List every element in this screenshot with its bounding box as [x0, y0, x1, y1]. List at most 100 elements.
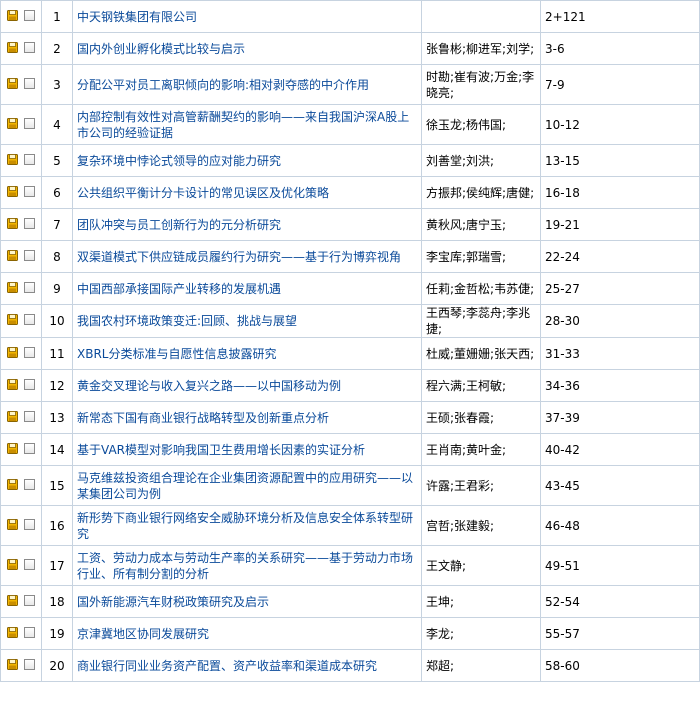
row-checkbox[interactable]: [24, 378, 35, 390]
save-disk-icon[interactable]: [7, 378, 18, 390]
save-disk-icon[interactable]: [7, 117, 18, 129]
article-title-cell: 黄金交叉理论与收入复兴之路——以中国移动为例: [72, 369, 422, 402]
save-disk-icon[interactable]: [7, 41, 18, 53]
row-checkbox[interactable]: [24, 281, 35, 293]
article-title-cell: 新常态下国有商业银行战略转型及创新重点分析: [72, 401, 422, 434]
article-title-link[interactable]: 商业银行同业业务资产配置、资产收益率和渠道成本研究: [77, 659, 377, 673]
save-disk-icon[interactable]: [7, 185, 18, 197]
row-select-cell: [0, 505, 42, 546]
article-authors: 王硕;张春霞;: [421, 401, 541, 434]
article-title-link[interactable]: 团队冲突与员工创新行为的元分析研究: [77, 218, 281, 232]
article-title-cell: 国外新能源汽车财税政策研究及启示: [72, 585, 422, 618]
row-checkbox[interactable]: [24, 478, 35, 490]
row-number: 4: [41, 104, 73, 145]
article-authors: 宫哲;张建毅;: [421, 505, 541, 546]
row-checkbox[interactable]: [24, 249, 35, 261]
row-number: 1: [41, 0, 73, 33]
row-checkbox[interactable]: [24, 9, 35, 21]
article-title-link[interactable]: 京津冀地区协同发展研究: [77, 627, 209, 641]
article-title-link[interactable]: 工资、劳动力成本与劳动生产率的关系研究——基于劳动力市场行业、所有制分割的分析: [77, 551, 413, 581]
save-disk-icon[interactable]: [7, 626, 18, 638]
article-title-link[interactable]: 中国西部承接国际产业转移的发展机遇: [77, 282, 281, 296]
article-pages: 49-51: [540, 545, 700, 586]
article-title-cell: XBRL分类标准与自愿性信息披露研究: [72, 337, 422, 370]
save-disk-icon[interactable]: [7, 9, 18, 21]
save-disk-icon[interactable]: [7, 314, 18, 325]
row-checkbox[interactable]: [24, 117, 35, 129]
article-title-link[interactable]: 公共组织平衡计分卡设计的常见误区及优化策略: [77, 186, 329, 200]
row-select-cell: [0, 240, 42, 273]
row-checkbox[interactable]: [24, 217, 35, 229]
save-disk-icon[interactable]: [7, 249, 18, 261]
article-pages: 2+121: [540, 0, 700, 33]
table-row-15: 15 马克维兹投资组合理论在企业集团资源配置中的应用研究——以某集团公司为例 许…: [0, 465, 700, 506]
row-checkbox[interactable]: [24, 153, 35, 165]
table-row-10: 10 我国农村环境政策变迁:回顾、挑战与展望 王西琴;李蕊舟;李兆捷; 28-3…: [0, 304, 700, 338]
article-title-cell: 国内外创业孵化模式比较与启示: [72, 32, 422, 65]
table-row-18: 18 国外新能源汽车财税政策研究及启示 王坤; 52-54: [0, 585, 700, 618]
row-checkbox[interactable]: [24, 594, 35, 606]
article-pages: 58-60: [540, 649, 700, 682]
article-title-link[interactable]: 复杂环境中悖论式领导的应对能力研究: [77, 154, 281, 168]
article-title-link[interactable]: 黄金交叉理论与收入复兴之路——以中国移动为例: [77, 379, 341, 393]
article-authors: 王西琴;李蕊舟;李兆捷;: [421, 304, 541, 338]
article-title-link[interactable]: XBRL分类标准与自愿性信息披露研究: [77, 347, 276, 361]
article-pages: 43-45: [540, 465, 700, 506]
row-checkbox[interactable]: [24, 185, 35, 197]
row-select-cell: [0, 545, 42, 586]
article-title-link[interactable]: 国内外创业孵化模式比较与启示: [77, 42, 245, 56]
save-disk-icon[interactable]: [7, 153, 18, 165]
row-checkbox[interactable]: [24, 77, 35, 89]
save-disk-icon[interactable]: [7, 217, 18, 229]
save-disk-icon[interactable]: [7, 410, 18, 422]
article-title-link[interactable]: 内部控制有效性对高管薪酬契约的影响——来自我国沪深A股上市公司的经验证据: [77, 110, 409, 140]
article-title-cell: 中国西部承接国际产业转移的发展机遇: [72, 272, 422, 305]
row-checkbox[interactable]: [24, 346, 35, 358]
row-select-cell: [0, 32, 42, 65]
article-title-cell: 中天钢铁集团有限公司: [72, 0, 422, 33]
save-disk-icon[interactable]: [7, 77, 18, 89]
article-pages: 52-54: [540, 585, 700, 618]
row-checkbox[interactable]: [24, 41, 35, 53]
article-pages: 7-9: [540, 64, 700, 105]
row-checkbox[interactable]: [24, 442, 35, 454]
article-title-link[interactable]: 双渠道模式下供应链成员履约行为研究——基于行为博弈视角: [77, 250, 401, 264]
row-number: 13: [41, 401, 73, 434]
row-number: 2: [41, 32, 73, 65]
article-title-cell: 分配公平对员工离职倾向的影响:相对剥夺感的中介作用: [72, 64, 422, 105]
article-title-link[interactable]: 马克维兹投资组合理论在企业集团资源配置中的应用研究——以某集团公司为例: [77, 471, 413, 501]
row-checkbox[interactable]: [24, 626, 35, 638]
article-authors: 刘善堂;刘洪;: [421, 144, 541, 177]
row-select-cell: [0, 176, 42, 209]
save-disk-icon[interactable]: [7, 558, 18, 570]
row-checkbox[interactable]: [24, 558, 35, 570]
article-pages: 3-6: [540, 32, 700, 65]
save-disk-icon[interactable]: [7, 594, 18, 606]
row-checkbox[interactable]: [24, 518, 35, 530]
article-title-link[interactable]: 中天钢铁集团有限公司: [77, 10, 197, 24]
save-disk-icon[interactable]: [7, 442, 18, 454]
article-authors: 郑超;: [421, 649, 541, 682]
row-select-cell: [0, 208, 42, 241]
row-number: 6: [41, 176, 73, 209]
article-title-link[interactable]: 新形势下商业银行网络安全威胁环境分析及信息安全体系转型研究: [77, 511, 413, 541]
article-title-link[interactable]: 基于VAR模型对影响我国卫生费用增长因素的实证分析: [77, 443, 365, 457]
save-disk-icon[interactable]: [7, 281, 18, 293]
article-pages: 55-57: [540, 617, 700, 650]
save-disk-icon[interactable]: [7, 478, 18, 490]
article-title-link[interactable]: 分配公平对员工离职倾向的影响:相对剥夺感的中介作用: [77, 78, 369, 92]
save-disk-icon[interactable]: [7, 518, 18, 530]
article-pages: 22-24: [540, 240, 700, 273]
article-title-link[interactable]: 新常态下国有商业银行战略转型及创新重点分析: [77, 411, 329, 425]
row-checkbox[interactable]: [24, 658, 35, 670]
article-authors: 王文静;: [421, 545, 541, 586]
row-number: 19: [41, 617, 73, 650]
row-checkbox[interactable]: [24, 410, 35, 422]
save-disk-icon[interactable]: [7, 346, 18, 358]
save-disk-icon[interactable]: [7, 658, 18, 670]
row-checkbox[interactable]: [24, 314, 35, 325]
article-title-link[interactable]: 国外新能源汽车财税政策研究及启示: [77, 595, 269, 609]
table-row-13: 13 新常态下国有商业银行战略转型及创新重点分析 王硕;张春霞; 37-39: [0, 401, 700, 434]
row-select-cell: [0, 401, 42, 434]
article-title-link[interactable]: 我国农村环境政策变迁:回顾、挑战与展望: [77, 314, 297, 328]
